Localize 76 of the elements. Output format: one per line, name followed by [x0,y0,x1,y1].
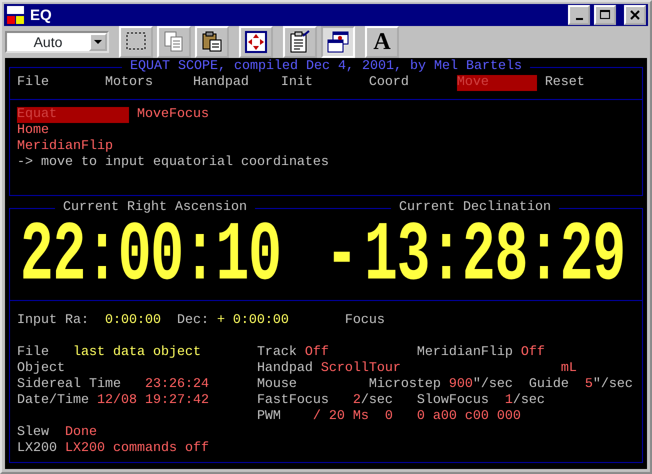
menu-item[interactable]: Reset [544,75,585,91]
coordinate-readout: 22:00:10 [20,214,281,298]
field-value: Done [64,425,97,440]
readout-label: Current Right Ascension [55,200,255,215]
field-label: Object [17,361,65,376]
menu-item[interactable]: Motors [104,75,153,91]
field-value: 0 [384,409,393,424]
field-label: "/sec [592,377,633,392]
windows-button[interactable] [321,26,355,58]
field-label: MeridianFlip [416,345,513,360]
field-label: /sec [512,393,545,408]
field-value: 1 [504,393,513,408]
field-value: Off [304,345,329,360]
field-label: Date/Time [17,393,89,408]
field-label: File [17,345,49,360]
field-label: Slew [17,425,49,440]
field-value: / 20 Ms [312,409,369,424]
hint-text: -> move to input equatorial coordinates [17,155,329,170]
fullscreen-button[interactable] [239,26,273,58]
field-value: 0:00:00 [104,313,161,328]
coordinate-readout: 13:28:29 [364,214,625,298]
paste-icon [200,30,224,54]
field-label: /sec [360,393,393,408]
field-value: last data object [72,345,201,360]
sign-readout: - [325,214,358,298]
field-label: Dec: [176,313,209,328]
field-label: Input Ra: [17,313,89,328]
field-label: Sidereal Time [17,377,121,392]
paste-button[interactable] [195,26,229,58]
menu-item[interactable]: Init [280,75,313,91]
field-label: "/sec [472,377,513,392]
field-label: Track [256,345,297,360]
field-label: Mouse [256,377,297,392]
ms-dos-icon [6,5,26,25]
field-value: Off [520,345,545,360]
close-icon [630,10,640,20]
console-title: EQUAT SCOPE, compiled Dec 4, 2001, by Mel Bartels [122,59,530,74]
field-label: Handpad [256,361,313,376]
submenu-item[interactable]: Home [17,123,49,139]
maximize-button[interactable] [594,5,616,25]
close-button[interactable] [624,5,646,25]
field-label: PWM [256,409,281,424]
menu-item[interactable]: Handpad [192,75,249,91]
copy-button[interactable] [157,26,191,58]
submenu-item[interactable]: MoveFocus [136,107,209,123]
windows-icon [326,30,350,54]
field-value: LX200 commands off [64,441,209,456]
properties-button[interactable] [283,26,317,58]
field-label: FastFocus [256,393,329,408]
properties-icon [288,30,312,54]
field-value: mL [560,361,577,376]
field-label: Guide [528,377,569,392]
marquee-button[interactable] [119,26,153,58]
minimize-button[interactable] [568,5,590,25]
field-value: ScrollTour [320,361,401,376]
submenu-item[interactable]: MeridianFlip [17,139,113,155]
fullscreen-icon [244,30,268,54]
field-value: 0 a00 c00 000 [416,409,521,424]
field-label: SlowFocus [416,393,489,408]
field-label: LX200 [17,441,57,456]
window-title: EQ [30,6,53,24]
font-button[interactable]: A [365,26,399,58]
field-label: Microstep [368,377,441,392]
field-value: 900 [448,377,473,392]
field-value: 23:26:24 [144,377,209,392]
dropdown-arrow-icon [94,40,102,44]
minimize-icon [576,18,582,20]
field-value: 12/08 19:27:42 [96,393,209,408]
field-label: Focus [344,313,385,328]
menu-item[interactable]: Coord [368,75,409,91]
field-value: 2 [352,393,361,408]
field-value: + 0:00:00 [216,313,289,328]
field-value: 5 [584,377,593,392]
font-size-select[interactable]: Auto [5,31,109,53]
maximize-icon [600,10,610,20]
menu-item[interactable]: File [17,75,49,91]
